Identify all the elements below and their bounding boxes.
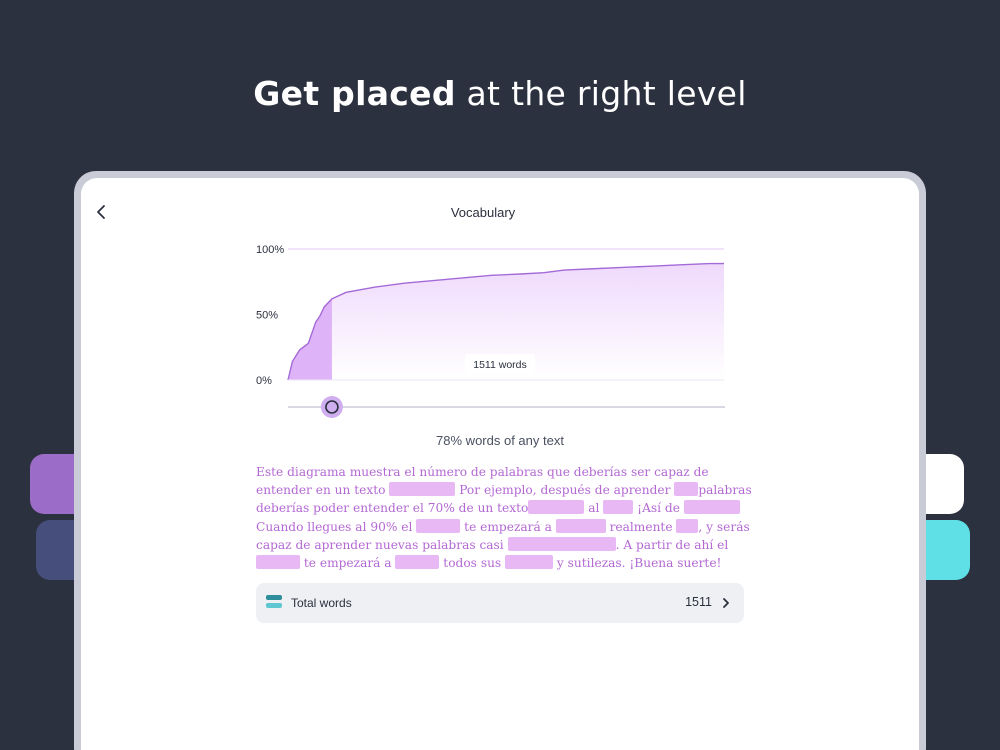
redacted-blank bbox=[256, 555, 300, 570]
stack-icon bbox=[266, 595, 282, 609]
description-text-segment: Cuando llegues al 90% el bbox=[256, 519, 417, 534]
description-text-segment: palabras bbox=[698, 483, 752, 498]
description-text-segment: , y serás bbox=[698, 519, 750, 534]
redacted-blank bbox=[528, 500, 585, 515]
description-line: capaz de aprender nuevas palabras casi .… bbox=[256, 536, 756, 554]
redacted-blank bbox=[683, 500, 740, 515]
vocabulary-chart: 100% 50% 0% 1511 words bbox=[256, 244, 725, 418]
y-tick-label: 50% bbox=[256, 310, 278, 322]
redacted-blank bbox=[505, 555, 554, 570]
description-text-segment: entender en un texto bbox=[256, 483, 390, 498]
redacted-blank bbox=[416, 518, 461, 533]
y-tick-label: 0% bbox=[256, 375, 272, 387]
total-words-label: Total words bbox=[291, 596, 352, 610]
description-text-segment: al bbox=[584, 501, 604, 516]
headline-bold: Get placed bbox=[253, 74, 456, 113]
description-line: Este diagrama muestra el número de palab… bbox=[256, 463, 756, 481]
description-text-segment: deberías poder entender el 70% de un tex… bbox=[256, 501, 529, 516]
redacted-blank bbox=[603, 500, 634, 515]
y-tick-label: 100% bbox=[256, 244, 284, 256]
redacted-blank bbox=[676, 518, 699, 533]
description-text-segment: . A partir de ahí el bbox=[615, 537, 729, 552]
description-text-segment: te empezará a bbox=[300, 556, 396, 571]
total-words-row[interactable]: Total words 1511 bbox=[256, 583, 744, 623]
description-text-segment: Por ejemplo, después de aprender bbox=[455, 483, 675, 498]
redacted-blank bbox=[555, 518, 606, 533]
description-text: Este diagrama muestra el número de palab… bbox=[256, 463, 756, 572]
description-line: deberías poder entender el 70% de un tex… bbox=[256, 499, 756, 517]
redacted-blank bbox=[395, 555, 440, 570]
description-text-segment: Este diagrama muestra el número de palab… bbox=[256, 465, 709, 479]
description-text-segment: todos sus bbox=[439, 556, 506, 571]
headline-rest: at the right level bbox=[455, 74, 747, 113]
description-line: te empezará a todos sus y sutilezas. ¡Bu… bbox=[256, 554, 756, 572]
coverage-caption: 78% words of any text bbox=[436, 433, 564, 448]
tablet-screen: Vocabulary 100% 50% 0% 1511 words 78% words… bbox=[81, 178, 919, 750]
description-text-segment: realmente bbox=[605, 519, 677, 534]
redacted-blank bbox=[674, 482, 699, 497]
description-text-segment: te empezará a bbox=[460, 519, 556, 534]
redacted-blank bbox=[389, 482, 456, 497]
redacted-blank bbox=[507, 536, 616, 551]
slider-knob[interactable] bbox=[320, 396, 343, 418]
words-tooltip-text: 1511 words bbox=[473, 359, 527, 371]
headline: Get placed at the right level bbox=[0, 74, 1000, 113]
chevron-right-icon bbox=[723, 598, 729, 608]
description-text-segment: y sutilezas. ¡Buena suerte! bbox=[553, 556, 722, 571]
description-text-segment: ¡Así de bbox=[633, 501, 684, 516]
description-line: Cuando llegues al 90% el te empezará a r… bbox=[256, 518, 756, 536]
description-line: entender en un texto Por ejemplo, despué… bbox=[256, 481, 756, 499]
total-words-count: 1511 bbox=[685, 595, 712, 609]
description-text-segment: capaz de aprender nuevas palabras casi bbox=[256, 537, 508, 552]
